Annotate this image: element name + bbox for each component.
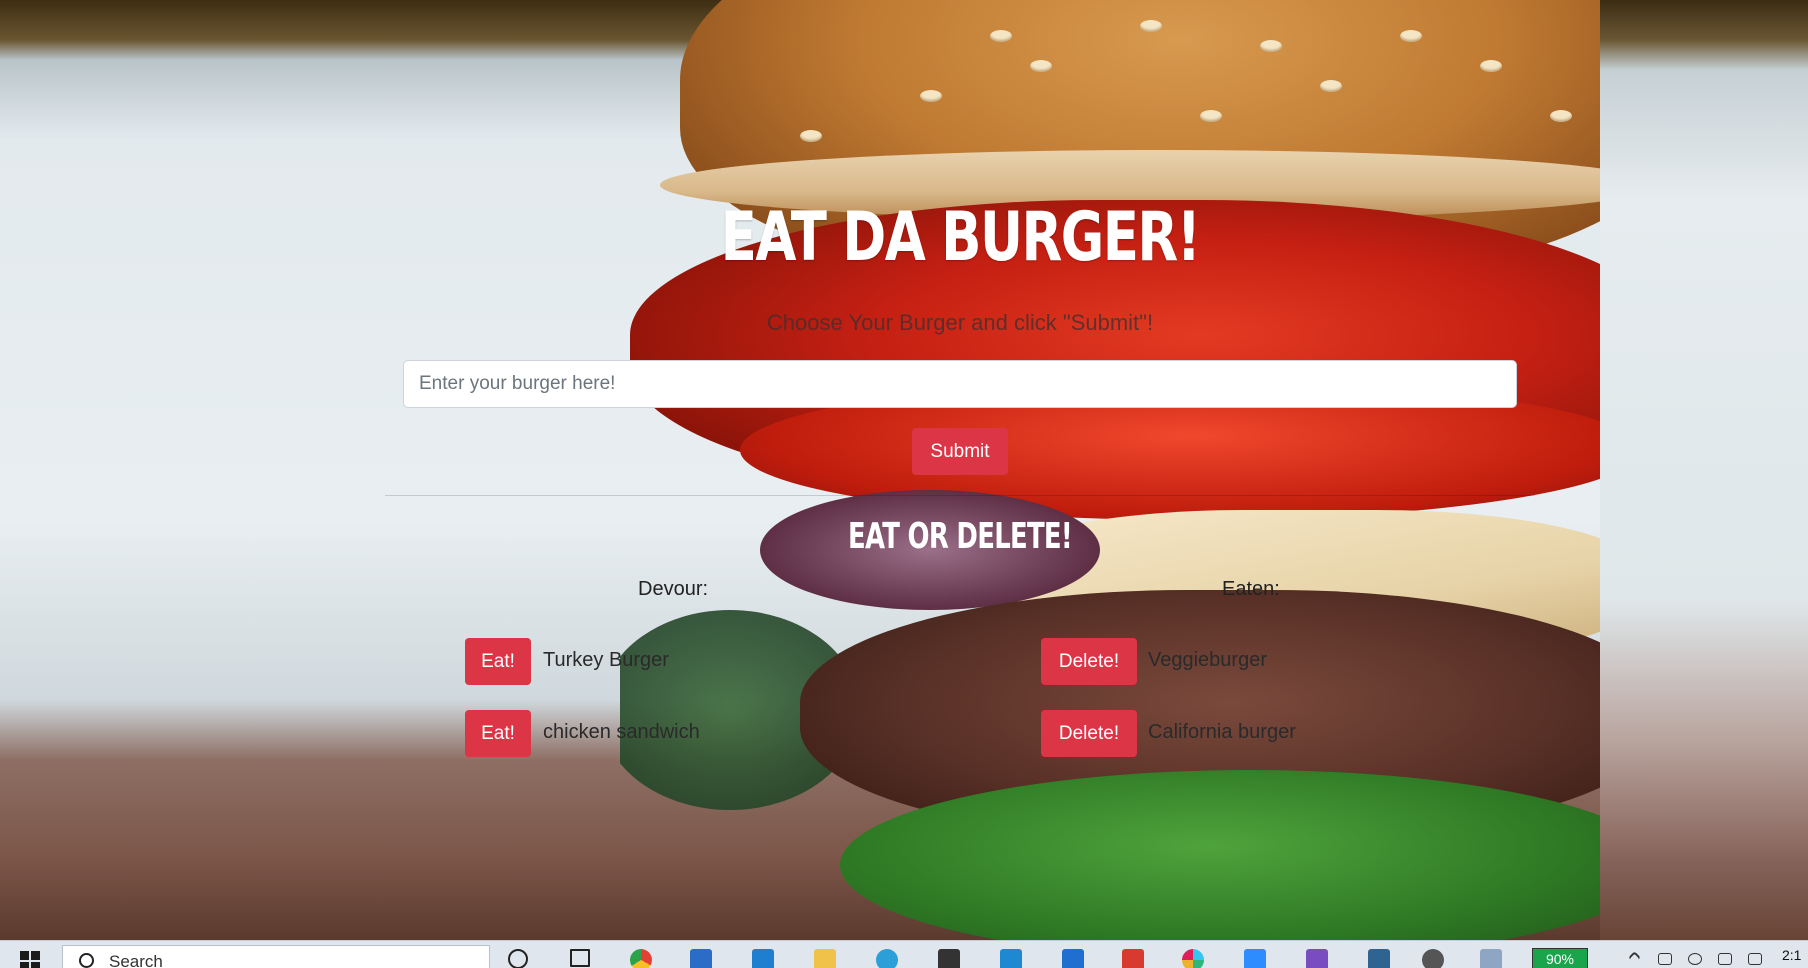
- chevron-up-icon[interactable]: [1628, 951, 1641, 964]
- briefcase-icon[interactable]: [938, 949, 960, 968]
- submit-button[interactable]: Submit: [912, 428, 1008, 475]
- browser-viewport: Eat Da Burger! Choose Your Burger and cl…: [0, 0, 1808, 968]
- battery-icon[interactable]: 90%: [1532, 948, 1588, 968]
- task-view-icon[interactable]: [570, 949, 590, 967]
- page-title: Eat Da Burger!: [720, 198, 1201, 277]
- search-icon: [79, 953, 94, 968]
- devour-item-name: chicken sandwich: [543, 721, 700, 743]
- eaten-column-label: Eaten:: [1222, 578, 1280, 600]
- network-icon[interactable]: [1658, 953, 1672, 965]
- vscode-icon[interactable]: [752, 949, 774, 968]
- eaten-item-name: Veggieburger: [1148, 649, 1267, 671]
- file-explorer-icon[interactable]: [814, 949, 836, 968]
- notes-icon[interactable]: [1480, 949, 1502, 968]
- mysql-icon[interactable]: [1368, 949, 1390, 968]
- burger-input[interactable]: [403, 360, 1517, 408]
- windows-start-icon[interactable]: [20, 951, 40, 968]
- gmail-icon[interactable]: [1122, 949, 1144, 968]
- zoom-icon[interactable]: [1244, 949, 1266, 968]
- cortana-icon[interactable]: [508, 949, 528, 968]
- eat-button[interactable]: Eat!: [465, 638, 531, 685]
- settings-icon[interactable]: [1422, 949, 1444, 968]
- delete-button[interactable]: Delete!: [1041, 710, 1137, 757]
- windows-taskbar: Search 90% 2:1: [0, 940, 1808, 968]
- delete-button[interactable]: Delete!: [1041, 638, 1137, 685]
- eaten-item-name: California burger: [1148, 721, 1296, 743]
- main-content: Eat Da Burger! Choose Your Burger and cl…: [385, 0, 1535, 940]
- app-icon[interactable]: [1000, 949, 1022, 968]
- background-photo-right: [1600, 0, 1808, 940]
- page-subtitle: Choose Your Burger and click "Submit"!: [766, 310, 1154, 335]
- taskbar-search-label: Search: [109, 952, 163, 968]
- section-title: Eat or Delete!: [847, 516, 1073, 557]
- divider: [385, 495, 1535, 496]
- mail-icon[interactable]: [690, 949, 712, 968]
- slack-icon[interactable]: [1182, 949, 1204, 968]
- devour-item-name: Turkey Burger: [543, 649, 669, 671]
- taskbar-search[interactable]: Search: [62, 945, 490, 968]
- onedrive-icon[interactable]: [1688, 953, 1702, 965]
- devour-column-label: Devour:: [638, 578, 709, 600]
- taskbar-clock[interactable]: 2:1: [1782, 947, 1801, 963]
- chrome-icon[interactable]: [630, 949, 652, 968]
- github-desktop-icon[interactable]: [1306, 949, 1328, 968]
- edge-icon[interactable]: [876, 949, 898, 968]
- photo-icon[interactable]: [1062, 949, 1084, 968]
- volume-icon[interactable]: [1718, 953, 1732, 965]
- keyboard-icon[interactable]: [1748, 953, 1762, 965]
- eat-button[interactable]: Eat!: [465, 710, 531, 757]
